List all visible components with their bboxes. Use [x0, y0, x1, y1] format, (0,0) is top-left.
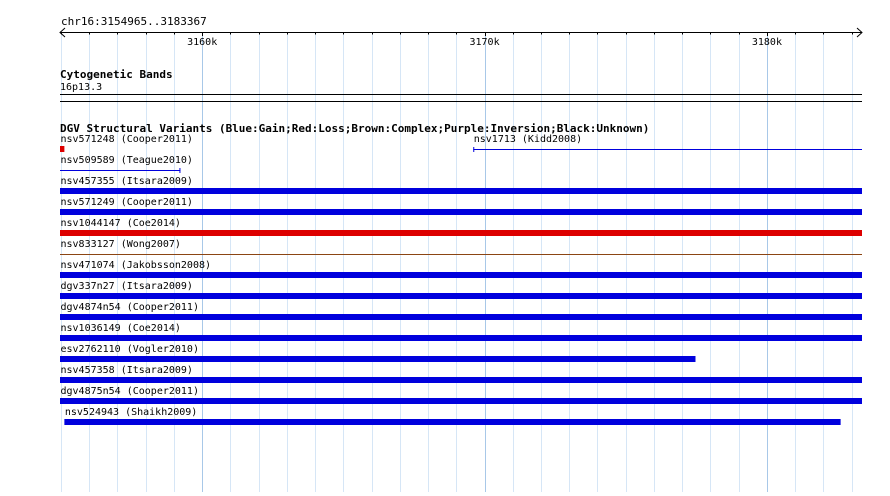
sv-feature-glyph[interactable]: [60, 230, 862, 236]
sv-feature-label: dgv337n27 (Itsara2009): [61, 281, 193, 292]
sv-feature[interactable]: nsv571249 (Cooper2011): [60, 197, 862, 215]
sv-feature-label: nsv1036149 (Coe2014): [61, 323, 181, 334]
position-ruler: chr16:3154965..3183367 3160k 3170k 3180k: [59, 15, 863, 48]
sv-feature-label: esv2762110 (Vogler2010): [61, 344, 199, 355]
sv-feature[interactable]: nsv457355 (Itsara2009): [60, 176, 862, 194]
ruler-tick-label: 3160k: [187, 37, 217, 48]
sv-feature-glyph[interactable]: [64, 419, 841, 425]
cytogenetic-bands-track: Cytogenetic Bands 16p13.3: [60, 68, 862, 102]
sv-feature[interactable]: nsv509589 (Teague2010): [60, 155, 193, 173]
sv-feature-glyph[interactable]: [60, 293, 862, 299]
sv-feature[interactable]: nsv1713 (Kidd2008): [473, 134, 862, 152]
genome-browser-canvas: chr16:3154965..3183367 3160k 3170k 3180k C…: [59, 15, 863, 492]
ruler-tick-label: 3170k: [469, 37, 499, 48]
cytoband-track-title: Cytogenetic Bands: [60, 68, 173, 81]
sv-feature-label: nsv571249 (Cooper2011): [61, 197, 193, 208]
sv-feature-glyph[interactable]: [60, 335, 862, 341]
genome-browser-view: chr16:3154965..3183367 3160k 3170k 3180k C…: [0, 0, 890, 492]
sv-feature[interactable]: esv2762110 (Vogler2010): [60, 344, 696, 362]
sv-feature-glyph[interactable]: [60, 377, 862, 383]
cytoband-label: 16p13.3: [60, 82, 102, 93]
sv-feature[interactable]: nsv1044147 (Coe2014): [60, 218, 862, 236]
ruler-tick-label: 3180k: [752, 37, 782, 48]
sv-feature-label: nsv457358 (Itsara2009): [61, 365, 193, 376]
sv-feature-glyph[interactable]: [60, 314, 862, 320]
sv-feature-label: dgv4875n54 (Cooper2011): [61, 386, 199, 397]
sv-feature-glyph[interactable]: [60, 356, 696, 362]
sv-feature-glyph[interactable]: [60, 209, 862, 215]
sv-feature-glyph[interactable]: [60, 146, 65, 152]
sv-feature-label: nsv1713 (Kidd2008): [474, 134, 582, 145]
sv-feature[interactable]: dgv4875n54 (Cooper2011): [60, 386, 862, 404]
dgv-structural-variants-track: DGV Structural Variants (Blue:Gain;Red:L…: [60, 122, 862, 425]
region-label: chr16:3154965..3183367: [61, 15, 207, 28]
sv-feature-label: dgv4874n54 (Cooper2011): [61, 302, 199, 313]
sv-feature-label: nsv1044147 (Coe2014): [61, 218, 181, 229]
sv-feature[interactable]: nsv571248 (Cooper2011): [60, 134, 193, 152]
sv-feature-glyph[interactable]: [60, 272, 862, 278]
sv-feature[interactable]: nsv471074 (Jakobsson2008): [60, 260, 862, 278]
sv-feature-label: nsv524943 (Shaikh2009): [65, 407, 197, 418]
dgv-features: nsv571248 (Cooper2011) nsv1713 (Kidd2008)…: [60, 134, 862, 425]
sv-feature[interactable]: dgv4874n54 (Cooper2011): [60, 302, 862, 320]
sv-feature-label: nsv509589 (Teague2010): [61, 155, 193, 166]
sv-feature-label: nsv457355 (Itsara2009): [61, 176, 193, 187]
sv-feature[interactable]: nsv457358 (Itsara2009): [60, 365, 862, 383]
sv-feature[interactable]: nsv833127 (Wong2007): [60, 239, 862, 255]
sv-feature[interactable]: dgv337n27 (Itsara2009): [60, 281, 862, 299]
sv-feature-glyph[interactable]: [60, 398, 862, 404]
sv-feature-label: nsv571248 (Cooper2011): [61, 134, 193, 145]
sv-feature-label: nsv471074 (Jakobsson2008): [61, 260, 212, 271]
sv-feature-label: nsv833127 (Wong2007): [61, 239, 181, 250]
sv-feature[interactable]: nsv1036149 (Coe2014): [60, 323, 862, 341]
sv-feature[interactable]: nsv524943 (Shaikh2009): [64, 407, 841, 425]
sv-feature-glyph[interactable]: [60, 188, 862, 194]
